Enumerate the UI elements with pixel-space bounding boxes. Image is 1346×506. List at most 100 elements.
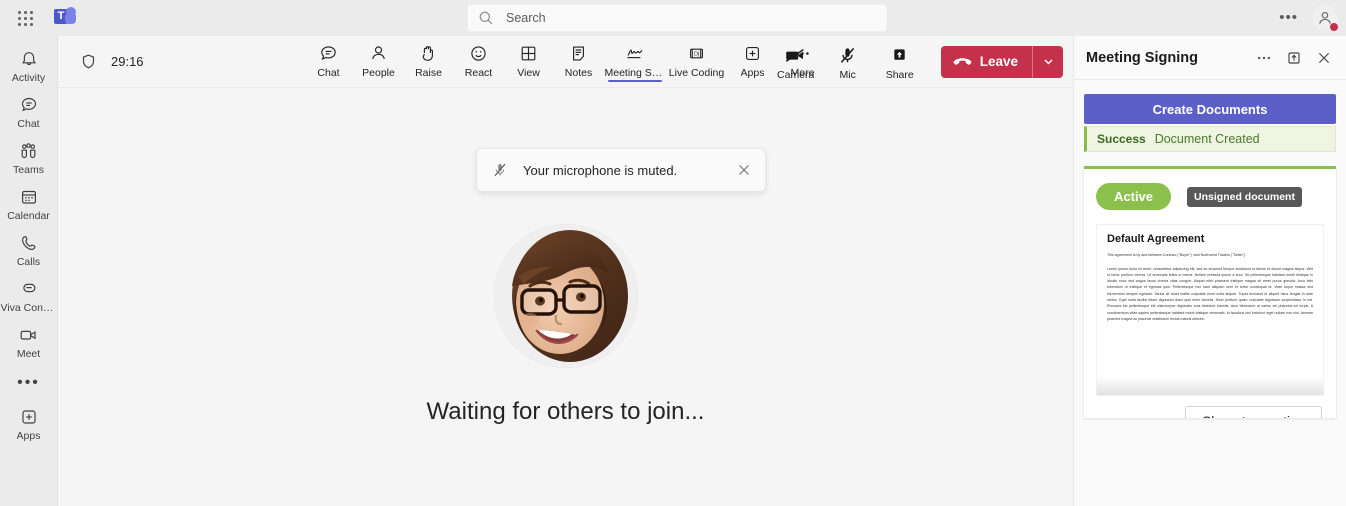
app-body: Activity Chat Teams Calendar Calls Viva … — [0, 36, 1346, 506]
stage-center: Waiting for others to join... — [426, 224, 705, 426]
topbar-more-button[interactable]: ••• — [1273, 10, 1304, 26]
grid-icon — [17, 10, 33, 26]
toolbar-label: People — [362, 67, 395, 79]
document-preview[interactable]: Default Agreement This agreement is by a… — [1096, 224, 1324, 396]
popout-icon[interactable] — [1282, 46, 1306, 70]
person-icon — [368, 42, 389, 64]
leave-label: Leave — [979, 54, 1018, 69]
leave-dropdown-button[interactable] — [1033, 46, 1063, 78]
meeting-stage: 29:16 Chat People Raise React View Notes… — [58, 36, 1073, 506]
create-documents-button[interactable]: Create Documents — [1084, 94, 1336, 124]
toolbar-mic-button[interactable]: Mic — [823, 42, 873, 81]
mic-off-icon — [837, 44, 858, 66]
teams-logo-body — [65, 15, 76, 24]
close-icon[interactable] — [1312, 46, 1336, 70]
panel-header: Meeting Signing — [1074, 36, 1346, 80]
top-bar: T Search ••• — [0, 0, 1346, 36]
leave-meeting-button[interactable]: Leave — [940, 45, 1063, 78]
waiting-message: Waiting for others to join... — [426, 398, 705, 425]
smiley-icon — [468, 42, 489, 64]
more-options-icon[interactable] — [1252, 46, 1276, 70]
bell-icon — [19, 48, 39, 70]
stage-content: Your microphone is muted. Waiting for ot… — [58, 88, 1073, 506]
toolbar-chat-button[interactable]: Chat — [304, 40, 354, 79]
toolbar-label: View — [517, 67, 540, 79]
document-lead-text: This agreement is by and between Contoso… — [1107, 253, 1247, 257]
status-badge: Success — [1097, 132, 1146, 146]
document-card[interactable]: Active Unsigned document Default Agreeme… — [1084, 166, 1336, 418]
chat-bubble-icon — [19, 94, 39, 116]
sidebar-item-label: Teams — [13, 164, 44, 176]
search-icon — [478, 10, 494, 26]
meeting-toolbar-left: 29:16 — [58, 53, 144, 70]
sidebar-item-meet[interactable]: Meet — [1, 318, 57, 364]
toolbar-react-button[interactable]: React — [454, 40, 504, 79]
sidebar-item-label: Activity — [11, 72, 46, 84]
leave-main[interactable]: Leave — [941, 45, 1033, 78]
sidebar-item-apps[interactable]: Apps — [1, 400, 57, 446]
panel-body: Create Documents Success Document Create… — [1074, 80, 1346, 506]
sidebar-item-label: Calendar — [7, 210, 50, 222]
sidebar-item-viva-connections[interactable]: Viva Conne... — [1, 272, 57, 318]
sidebar-more-button[interactable]: ••• — [17, 364, 40, 400]
toolbar-label: Apps — [740, 67, 765, 79]
grid-view-icon — [518, 42, 539, 64]
sidebar-item-label: Calls — [16, 256, 41, 268]
left-rail: Activity Chat Teams Calendar Calls Viva … — [0, 36, 58, 506]
chevron-down-icon — [1042, 55, 1055, 68]
search-input[interactable]: Search — [467, 4, 887, 32]
sidebar-item-activity[interactable]: Activity — [1, 42, 57, 88]
notes-icon — [568, 42, 589, 64]
plus-box-icon — [19, 406, 39, 428]
sidebar-item-teams[interactable]: Teams — [1, 134, 57, 180]
teams-logo-icon[interactable]: T — [54, 7, 76, 29]
toolbar-camera-button[interactable]: Camera — [771, 42, 821, 81]
meeting-timer: 29:16 — [111, 54, 144, 69]
toolbar-people-button[interactable]: People — [354, 40, 404, 79]
meeting-toolbar-actions: Chat People Raise React View Notes Meeti… — [304, 40, 828, 82]
document-tags: Active Unsigned document — [1096, 183, 1324, 210]
signature-icon — [623, 42, 647, 64]
toolbar-label: Meeting Sig... — [604, 67, 665, 79]
sidebar-item-label: Apps — [16, 430, 41, 442]
search-placeholder: Search — [506, 11, 546, 25]
toolbar-share-button[interactable]: Share — [875, 42, 925, 81]
meeting-toolbar-right: Camera Mic Share Leave — [771, 42, 1063, 81]
toolbar-meeting-signing-button[interactable]: Meeting Sig... — [604, 40, 666, 82]
toolbar-raise-hand-button[interactable]: Raise — [404, 40, 454, 79]
toast-message: Your microphone is muted. — [523, 162, 678, 178]
toolbar-label: Camera — [777, 69, 815, 81]
sidebar-item-label: Meet — [16, 348, 41, 360]
toolbar-label: Share — [885, 69, 914, 81]
sidebar-item-calls[interactable]: Calls — [1, 226, 57, 272]
sidebar-item-chat[interactable]: Chat — [1, 88, 57, 134]
toolbar-label: Mic — [839, 69, 856, 81]
calendar-icon — [19, 186, 39, 208]
app-launcher-button[interactable] — [8, 10, 42, 26]
meeting-toolbar: 29:16 Chat People Raise React View Notes… — [58, 36, 1073, 88]
document-title: Default Agreement — [1107, 233, 1205, 245]
presence-badge — [1329, 22, 1339, 32]
toolbar-notes-button[interactable]: Notes — [554, 40, 604, 79]
close-icon[interactable] — [737, 163, 751, 177]
teams-meeting-window: T Search ••• Activity Chat Teams Calenda… — [0, 0, 1346, 506]
share-row: Share to meeting — [1096, 396, 1324, 418]
video-camera-icon — [18, 324, 39, 346]
sidebar-item-calendar[interactable]: Calendar — [1, 180, 57, 226]
phone-icon — [19, 232, 39, 254]
document-state-pill: Active — [1096, 183, 1172, 210]
topbar-right-controls: ••• — [1273, 0, 1339, 36]
toolbar-label: Chat — [317, 67, 340, 79]
share-to-meeting-button[interactable]: Share to meeting — [1185, 406, 1322, 418]
toolbar-label: React — [464, 67, 493, 79]
account-avatar[interactable] — [1312, 5, 1339, 32]
toolbar-live-coding-button[interactable]: DJ Live Coding — [666, 40, 728, 79]
live-coding-icon: DJ — [686, 42, 707, 64]
chat-bubble-icon — [318, 42, 339, 64]
active-tab-indicator — [607, 79, 662, 82]
toolbar-label: Live Coding — [668, 67, 725, 79]
toolbar-label: Notes — [564, 67, 593, 79]
status-banner: Success Document Created — [1084, 126, 1336, 152]
toolbar-view-button[interactable]: View — [504, 40, 554, 79]
hangup-icon — [953, 56, 972, 68]
